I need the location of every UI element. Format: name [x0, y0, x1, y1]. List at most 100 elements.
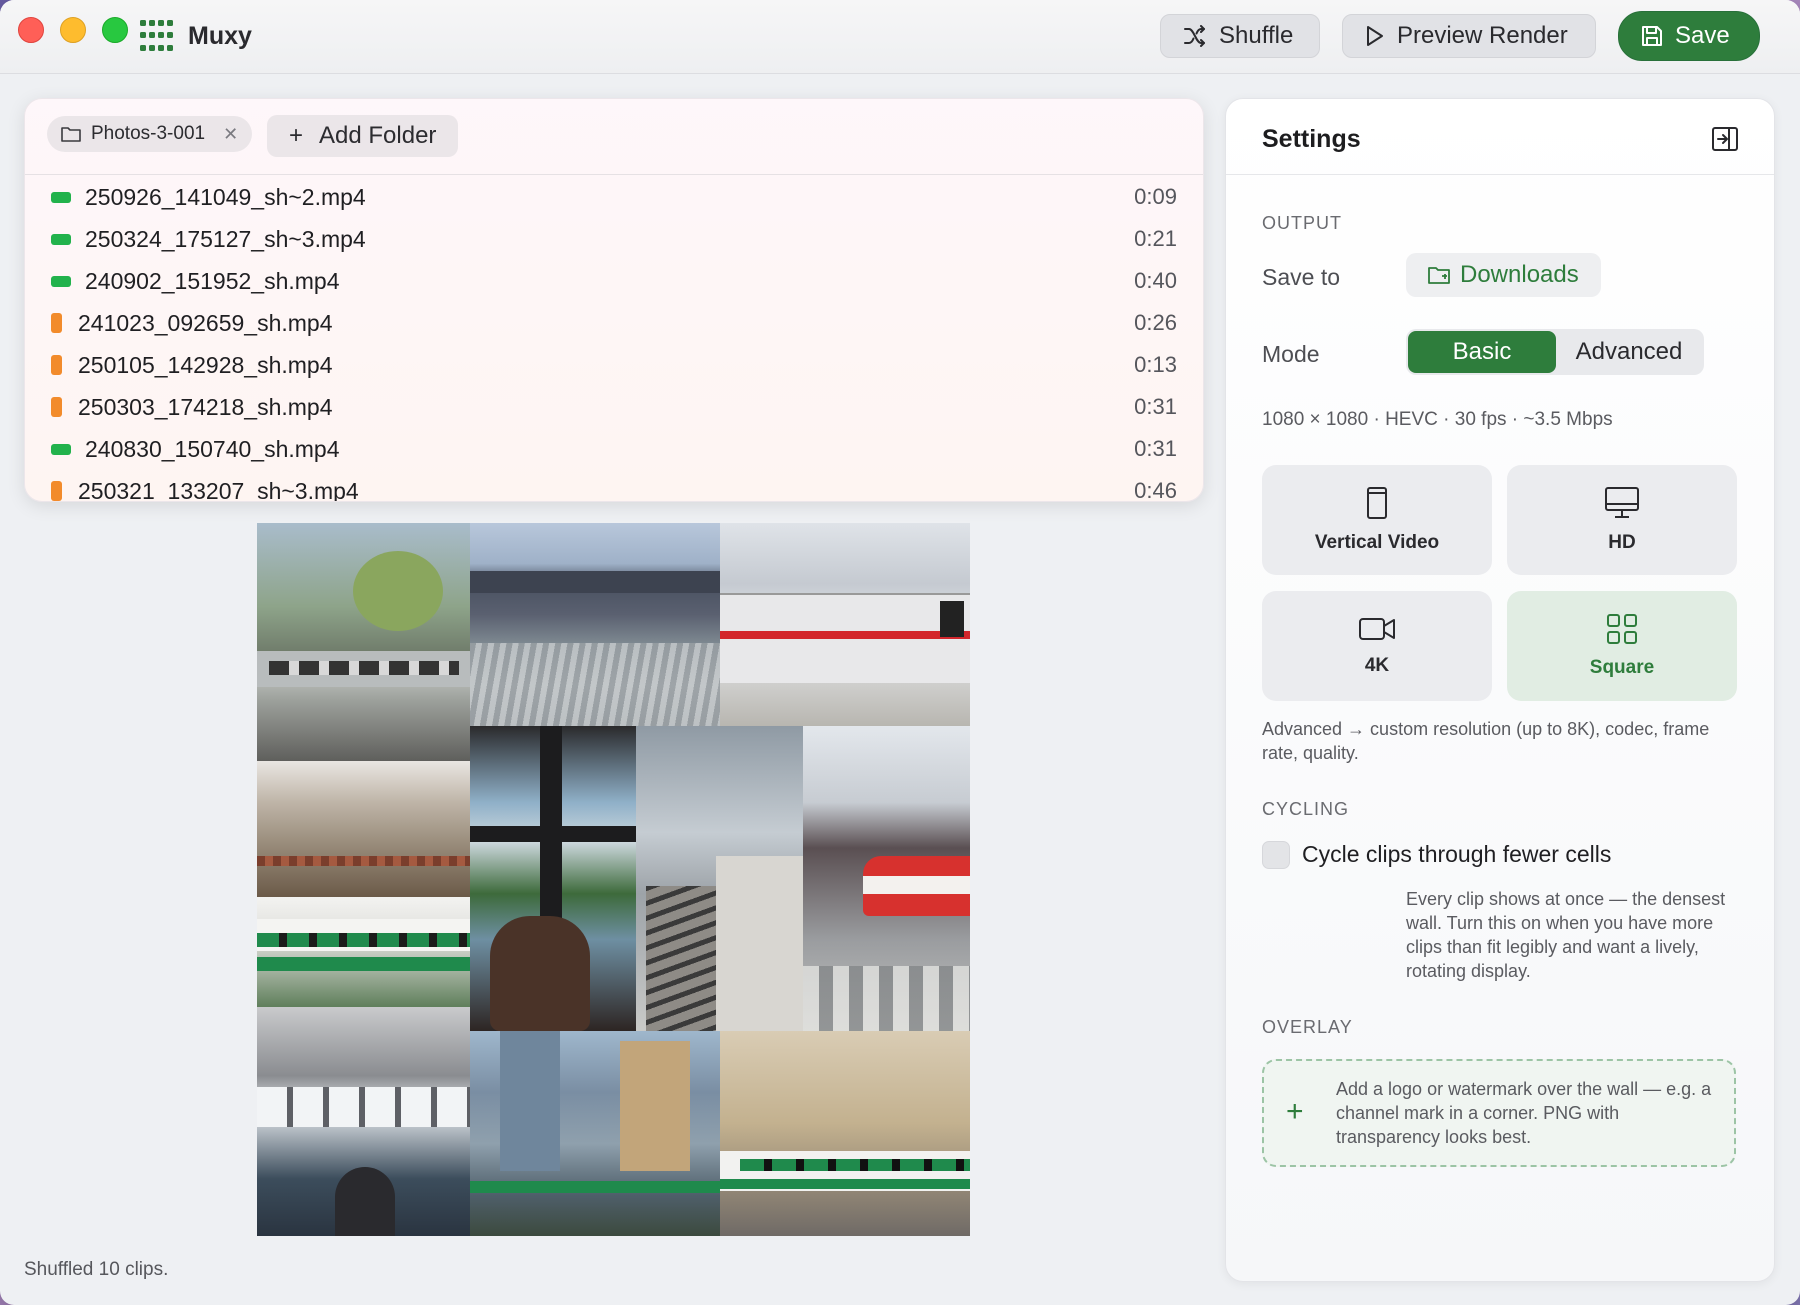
add-folder-label: Add Folder	[319, 122, 437, 149]
clip-tile	[636, 726, 803, 1031]
mode-advanced-option[interactable]: Advanced	[1556, 331, 1702, 373]
settings-title: Settings	[1262, 125, 1361, 153]
zoom-window-button[interactable]	[102, 17, 128, 43]
preset-label: HD	[1608, 532, 1636, 553]
app-grid-icon	[140, 20, 176, 54]
save-location-label: Downloads	[1460, 261, 1579, 288]
preset-vertical-video[interactable]: Vertical Video	[1262, 465, 1492, 575]
file-name: 250321_133207_sh~3.mp4	[78, 477, 359, 502]
cycle-clips-description: Every clip shows at once — the densest w…	[1406, 889, 1726, 981]
save-to-label: Save to	[1262, 264, 1340, 290]
file-row[interactable]: 240830_150740_sh.mp4 0:31	[25, 428, 1203, 470]
file-row[interactable]: 240902_151952_sh.mp4 0:40	[25, 260, 1203, 302]
folder-chip[interactable]: Photos-3-001 ✕	[47, 116, 253, 152]
preset-label: Vertical Video	[1314, 532, 1440, 553]
file-name: 250303_174218_sh.mp4	[78, 393, 333, 420]
mode-label: Mode	[1262, 341, 1320, 367]
file-duration: 0:26	[1134, 310, 1177, 335]
overlay-description: Add a logo or watermark over the wall — …	[1336, 1079, 1712, 1147]
preview-render-button[interactable]: Preview Render	[1342, 14, 1596, 58]
file-row[interactable]: 250105_142928_sh.mp4 0:13	[25, 344, 1203, 386]
file-name: 241023_092659_sh.mp4	[78, 309, 333, 336]
play-icon	[1367, 26, 1383, 46]
settings-panel: Settings OUTPUT Save to Downloads Mode B…	[1225, 98, 1775, 1282]
portrait-clip-icon	[51, 355, 62, 375]
file-row[interactable]: 250324_175127_sh~3.mp4 0:21	[25, 218, 1203, 260]
video-wall-preview	[257, 523, 970, 1236]
plus-icon: +	[289, 122, 304, 149]
title-bar: Muxy Shuffle Preview Render Save	[0, 0, 1800, 74]
clip-tile	[720, 1031, 970, 1236]
video-camera-icon	[1359, 618, 1395, 640]
clip-tile	[470, 1031, 720, 1236]
mode-segmented-control: Basic Advanced	[1406, 329, 1704, 375]
remove-folder-icon[interactable]: ✕	[223, 124, 238, 145]
file-name: 240902_151952_sh.mp4	[85, 267, 340, 294]
file-name: 250926_141049_sh~2.mp4	[85, 183, 366, 210]
file-row[interactable]: 250321_133207_sh~3.mp4 0:46	[25, 470, 1203, 501]
app-window: Muxy Shuffle Preview Render Save Photos-…	[0, 0, 1800, 1305]
file-name: 240830_150740_sh.mp4	[85, 435, 340, 462]
floppy-disk-icon	[1642, 26, 1662, 46]
clip-tile	[803, 726, 970, 1031]
folder-chip-label: Photos-3-001	[91, 123, 206, 144]
preset-square[interactable]: Square	[1507, 591, 1737, 701]
file-duration: 0:31	[1134, 394, 1177, 419]
landscape-clip-icon	[51, 275, 71, 287]
clip-tile	[470, 726, 636, 1031]
clip-tile	[470, 523, 720, 726]
clip-tile	[257, 897, 470, 1007]
shuffle-button[interactable]: Shuffle	[1160, 14, 1320, 58]
output-spec-summary: 1080 × 1080 · HEVC · 30 fps · ~3.5 Mbps	[1262, 409, 1613, 430]
preset-hd[interactable]: HD	[1507, 465, 1737, 575]
mode-basic-option[interactable]: Basic	[1408, 331, 1556, 373]
cycle-clips-label[interactable]: Cycle clips through fewer cells	[1302, 841, 1611, 868]
file-duration: 0:31	[1134, 436, 1177, 461]
landscape-clip-icon	[51, 191, 71, 203]
file-duration: 0:21	[1134, 226, 1177, 251]
overlay-section-label: OVERLAY	[1262, 1017, 1353, 1037]
file-duration: 0:40	[1134, 268, 1177, 293]
cycle-clips-checkbox[interactable]	[1262, 841, 1290, 869]
portrait-clip-icon	[51, 313, 62, 333]
file-list-panel: Photos-3-001 ✕ + Add Folder 250926_14104…	[24, 98, 1204, 502]
shuffle-label: Shuffle	[1219, 22, 1294, 49]
file-row[interactable]: 250303_174218_sh.mp4 0:31	[25, 386, 1203, 428]
minimize-window-button[interactable]	[60, 17, 86, 43]
grid-icon	[1607, 614, 1637, 644]
preset-4k[interactable]: 4K	[1262, 591, 1492, 701]
file-name: 250105_142928_sh.mp4	[78, 351, 333, 378]
add-folder-button[interactable]: + Add Folder	[267, 115, 459, 157]
clip-tile	[257, 1007, 470, 1236]
advanced-mode-note: Advanced → custom resolution (up to 8K),…	[1262, 719, 1710, 763]
preview-render-label: Preview Render	[1397, 22, 1568, 49]
portrait-clip-icon	[51, 397, 62, 417]
add-overlay-icon: +	[1286, 1095, 1304, 1128]
save-button[interactable]: Save	[1618, 11, 1760, 61]
file-list[interactable]: 250926_141049_sh~2.mp4 0:09 250324_17512…	[25, 176, 1203, 501]
file-duration: 0:13	[1134, 352, 1177, 377]
clip-tile	[257, 761, 470, 897]
file-row[interactable]: 241023_092659_sh.mp4 0:26	[25, 302, 1203, 344]
save-label: Save	[1675, 22, 1730, 49]
file-row[interactable]: 250926_141049_sh~2.mp4 0:09	[25, 176, 1203, 218]
landscape-clip-icon	[51, 233, 71, 245]
file-name: 250324_175127_sh~3.mp4	[85, 225, 366, 252]
monitor-icon	[1605, 487, 1639, 518]
cycling-section-label: CYCLING	[1262, 799, 1350, 819]
overlay-drop-zone[interactable]: + Add a logo or watermark over the wall …	[1262, 1059, 1736, 1167]
clip-tile	[257, 523, 470, 761]
collapse-sidebar-icon[interactable]	[1712, 127, 1738, 151]
portrait-clip-icon	[51, 481, 62, 501]
shuffle-icon	[1184, 25, 1205, 47]
save-location-button[interactable]: Downloads	[1406, 253, 1601, 297]
file-duration: 0:46	[1134, 478, 1177, 501]
close-window-button[interactable]	[18, 17, 44, 43]
preset-label: 4K	[1364, 655, 1390, 676]
folder-icon	[61, 127, 81, 142]
output-section-label: OUTPUT	[1262, 213, 1342, 233]
preset-label: Square	[1589, 657, 1655, 678]
clip-tile	[720, 523, 970, 726]
settings-header: Settings	[1226, 99, 1774, 175]
file-duration: 0:09	[1134, 184, 1177, 209]
